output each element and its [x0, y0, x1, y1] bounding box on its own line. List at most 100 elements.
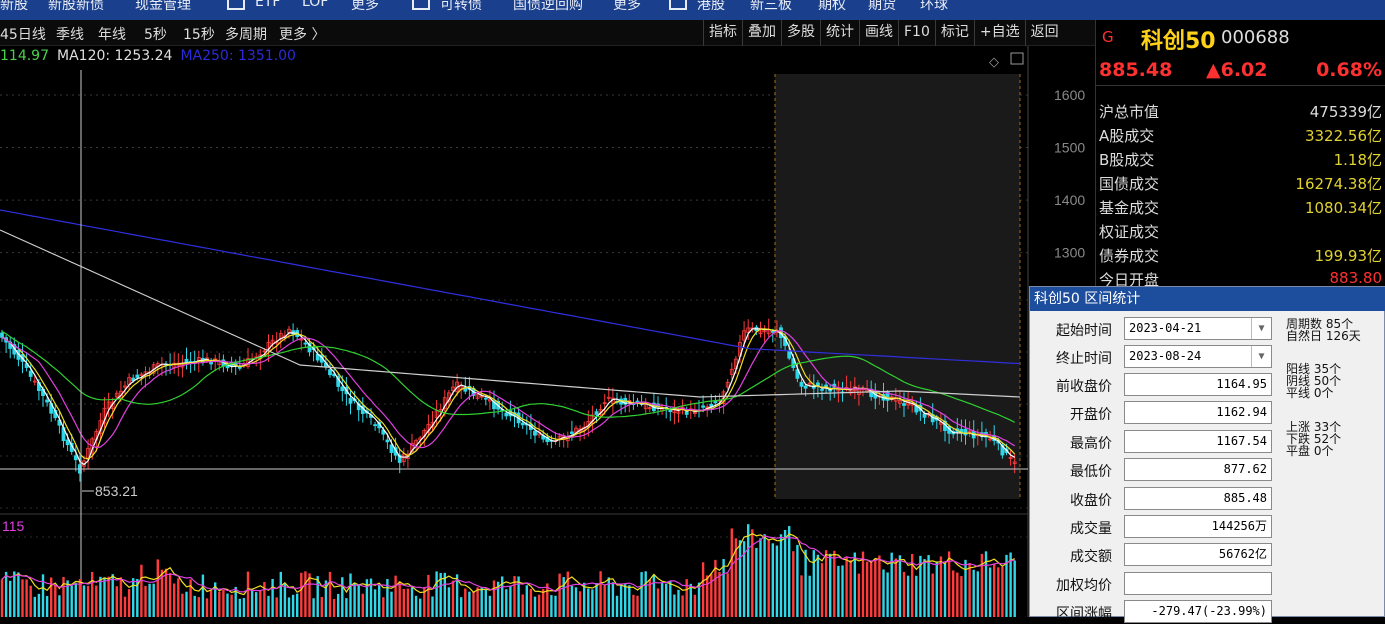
volume-bar — [209, 590, 213, 617]
volume-bar — [287, 597, 291, 617]
volume-bar — [902, 571, 906, 617]
tool-button[interactable]: 返回 — [1024, 20, 1064, 46]
topnav-item[interactable]: ETF — [255, 0, 280, 10]
kline-chart[interactable]: 1600 1500 1400 1300 ◇ 853.21 115 — [0, 46, 1095, 617]
volume-bar — [529, 588, 533, 617]
volume-bar — [521, 594, 524, 617]
dialog-row-value[interactable]: 885.48 — [1124, 486, 1272, 510]
candle-body — [385, 439, 390, 443]
topnav-item[interactable]: 国债逆回购 — [513, 0, 583, 14]
candle-body — [668, 409, 673, 413]
tool-button[interactable]: F10 — [898, 20, 935, 46]
volume-bar — [304, 571, 307, 617]
volume-bar — [886, 572, 889, 617]
volume-bar — [747, 524, 750, 617]
candle-body — [684, 411, 689, 415]
chart-line-icon — [412, 0, 430, 10]
dialog-row-value[interactable]: -279.47(-23.99%) — [1124, 600, 1272, 624]
volume-bar — [255, 592, 258, 617]
topnav-item[interactable]: 新股 — [0, 0, 28, 14]
topnav-item[interactable]: 期权 — [818, 0, 846, 14]
volume-bar — [915, 575, 918, 617]
topnav-item[interactable]: 环球 — [920, 0, 948, 14]
quote-row-value: 883.80 — [1329, 269, 1383, 287]
dialog-row: 最低价 877.62 — [1030, 458, 1280, 482]
volume-bar — [554, 595, 557, 617]
volume-bar — [451, 580, 455, 617]
volume-bar — [468, 591, 471, 617]
volume-legend: 115 — [2, 518, 25, 534]
dialog-row-value[interactable] — [1124, 571, 1272, 595]
tool-button[interactable]: 多股 — [781, 20, 820, 46]
topnav-item[interactable]: 期货 — [868, 0, 896, 14]
tool-button[interactable]: 画线 — [859, 20, 898, 46]
start-date-select[interactable]: 2023-04-21 ▼ — [1124, 317, 1272, 340]
chevron-down-icon[interactable]: ▼ — [1251, 346, 1271, 367]
volume-bar — [390, 591, 393, 617]
g-tag: G — [1102, 28, 1114, 46]
period-item[interactable]: 5秒 — [144, 24, 167, 44]
period-item[interactable]: 季线 — [56, 24, 84, 44]
tool-button[interactable]: 指标 — [703, 20, 742, 46]
volume-bar — [738, 540, 742, 617]
topnav-item[interactable]: 新股新债 — [48, 0, 104, 14]
dialog-row-value[interactable]: 1167.54 — [1124, 429, 1272, 453]
diamond-icon[interactable]: ◇ — [989, 55, 999, 70]
volume-bar — [533, 596, 537, 617]
tool-button[interactable]: 统计 — [820, 20, 859, 46]
topnav-item[interactable]: 更多 — [351, 0, 379, 14]
quote-row-label: 国债成交 — [1099, 175, 1160, 193]
end-date-select[interactable]: 2023-08-24 ▼ — [1124, 345, 1272, 368]
tool-button[interactable]: +自选 — [973, 20, 1025, 46]
volume-bar — [316, 576, 319, 617]
period-item[interactable]: 15秒 — [183, 24, 215, 44]
candle-body — [533, 430, 537, 436]
dialog-row-value[interactable]: 877.62 — [1124, 458, 1272, 482]
period-item[interactable]: 45日线 — [0, 24, 46, 44]
period-item[interactable]: 多周期 — [225, 24, 267, 44]
topnav-item[interactable]: LOF — [302, 0, 328, 10]
topnav-item[interactable]: 现金管理 — [135, 0, 191, 14]
dialog-row-value[interactable]: 56762亿 — [1124, 543, 1272, 567]
volume-bar — [283, 583, 287, 617]
volume-bar — [882, 569, 885, 617]
volume-bar — [935, 561, 938, 617]
topnav-item[interactable]: 可转债 — [440, 0, 482, 14]
chevron-down-icon[interactable]: ▼ — [1251, 318, 1271, 339]
volume-bar — [332, 598, 336, 617]
volume-bar — [0, 579, 4, 617]
volume-bar — [218, 591, 221, 617]
topnav-item[interactable]: 新三板 — [750, 0, 792, 14]
volume-bar — [689, 583, 692, 617]
candle-body — [504, 412, 509, 417]
dialog-row-value[interactable]: 1164.95 — [1124, 373, 1272, 396]
period-item[interactable]: 更多 〉 — [279, 24, 325, 44]
dialog-row-value[interactable]: 144256万 — [1124, 515, 1272, 538]
quote-row: 沪总市值 475339亿 — [1096, 101, 1385, 125]
volume-bar — [115, 586, 118, 617]
period-item[interactable]: 年线 — [98, 24, 126, 44]
volume-bar — [123, 596, 127, 617]
dialog-title[interactable]: 科创50 区间统计 — [1030, 287, 1385, 311]
candle-body — [820, 388, 824, 391]
volume-bar — [111, 574, 114, 617]
interval-stats-dialog[interactable]: 科创50 区间统计 起始时间 2023-04-21 ▼ 终止时间 2023-08-… — [1029, 286, 1385, 624]
panel-toggle-icon[interactable] — [1010, 52, 1024, 65]
tool-button[interactable]: 标记 — [934, 20, 974, 46]
volume-bar — [923, 559, 926, 617]
dialog-row-label: 收盘价 — [1070, 492, 1112, 509]
dialog-row-value[interactable]: 1162.94 — [1124, 401, 1272, 425]
volume-bar — [349, 573, 352, 617]
volume-bar — [238, 598, 241, 617]
volume-bar — [173, 583, 176, 617]
volume-bar — [718, 572, 721, 617]
tool-button[interactable]: 叠加 — [742, 20, 781, 46]
last-price: 885.48 — [1099, 59, 1173, 81]
topnav-item[interactable]: 更多 — [613, 0, 641, 14]
volume-bar — [997, 567, 1000, 617]
volume-bar — [640, 572, 643, 617]
topnav-item[interactable]: 港股 — [697, 0, 725, 14]
candle-body — [45, 399, 49, 403]
volume-bar — [615, 595, 619, 617]
volume-bar — [767, 539, 770, 617]
